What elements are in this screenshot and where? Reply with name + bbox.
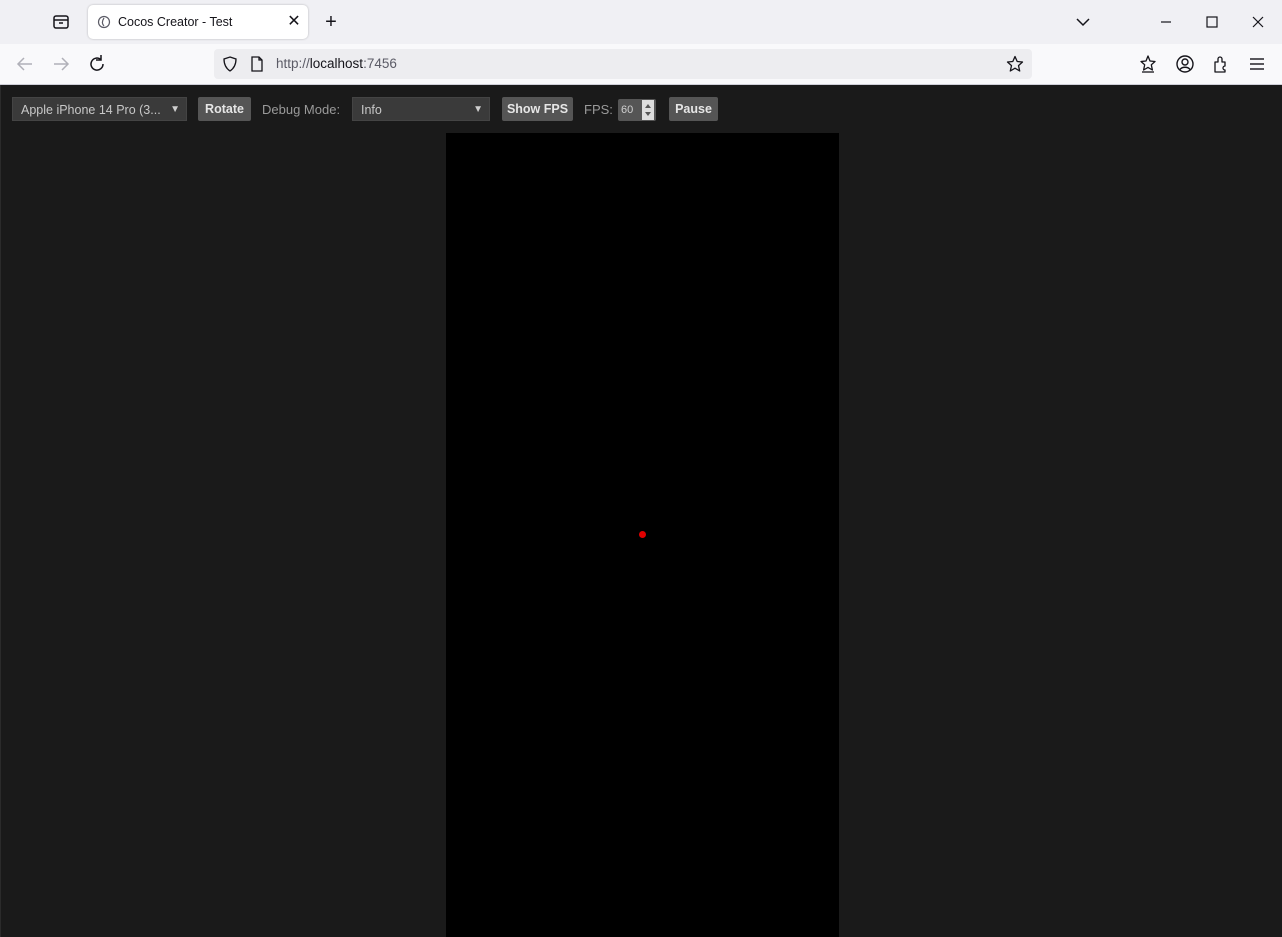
show-fps-button[interactable]: Show FPS (502, 97, 573, 121)
close-window-icon[interactable] (1244, 8, 1272, 36)
fps-input[interactable]: 60 (618, 99, 656, 121)
navigation-bar: http://localhost:7456 (0, 44, 1282, 85)
chevron-down-icon: ▼ (473, 104, 483, 115)
tab-close-icon[interactable]: ✕ (284, 12, 304, 32)
minimize-icon[interactable] (1152, 8, 1180, 36)
device-select-value: Apple iPhone 14 Pro (3... (21, 103, 161, 117)
fps-input-value: 60 (621, 104, 634, 116)
preview-page: Apple iPhone 14 Pro (3... ▼ Rotate Debug… (0, 85, 1282, 937)
reload-icon[interactable] (85, 52, 109, 76)
url-host: localhost (309, 56, 364, 71)
new-tab-button[interactable]: + (320, 11, 342, 33)
url-port: :7456 (363, 56, 397, 71)
url-text[interactable]: http://localhost:7456 (276, 56, 397, 71)
chevron-down-icon: ▼ (170, 104, 180, 115)
debug-mode-label: Debug Mode: (262, 102, 341, 117)
red-dot (639, 531, 646, 538)
url-bar[interactable]: http://localhost:7456 (214, 49, 1032, 79)
fps-label: FPS: (584, 102, 613, 117)
list-all-tabs-icon[interactable] (1069, 8, 1097, 36)
browser-tab[interactable]: Cocos Creator - Test ✕ (88, 5, 308, 39)
fps-spinner-icon[interactable] (642, 100, 654, 120)
back-arrow-icon[interactable] (13, 52, 37, 76)
pause-button[interactable]: Pause (669, 97, 718, 121)
tab-strip: Cocos Creator - Test ✕ + (0, 0, 1282, 44)
preview-toolbar: Apple iPhone 14 Pro (3... ▼ Rotate Debug… (1, 85, 1282, 133)
game-canvas[interactable] (446, 133, 839, 937)
account-icon[interactable] (1175, 54, 1195, 74)
shield-icon[interactable] (222, 56, 238, 72)
tab-title: Cocos Creator - Test (118, 15, 233, 29)
hamburger-menu-icon[interactable] (1247, 54, 1267, 74)
page-icon[interactable] (250, 56, 264, 72)
forward-arrow-icon[interactable] (49, 52, 73, 76)
debug-mode-select[interactable]: Info ▼ (352, 97, 490, 121)
url-scheme: http:// (276, 56, 310, 71)
tab-list-icon[interactable] (50, 11, 72, 33)
save-to-pocket-icon[interactable] (1138, 54, 1158, 74)
device-select[interactable]: Apple iPhone 14 Pro (3... ▼ (12, 97, 187, 121)
rotate-button[interactable]: Rotate (198, 97, 251, 121)
cocos-favicon-icon (97, 15, 111, 29)
star-icon[interactable] (1006, 55, 1024, 73)
maximize-icon[interactable] (1198, 8, 1226, 36)
debug-mode-value: Info (361, 103, 382, 117)
extensions-icon[interactable] (1211, 54, 1231, 74)
